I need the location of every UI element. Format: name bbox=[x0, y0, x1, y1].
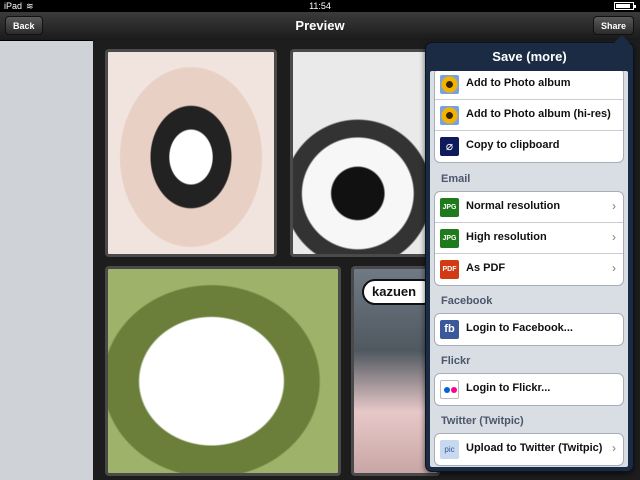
pdf-icon: PDF bbox=[440, 260, 459, 279]
facebook-group: fb Login to Facebook... bbox=[434, 313, 624, 346]
popover-title: Save (more) bbox=[492, 49, 567, 64]
row-label: Add to Photo album (hi-res) bbox=[466, 108, 611, 120]
twitter-group: pic Upload to Twitter (Twitpic) › bbox=[434, 433, 624, 466]
flower-icon bbox=[440, 106, 459, 125]
row-label: Normal resolution bbox=[466, 200, 561, 212]
chevron-right-icon: › bbox=[612, 230, 616, 244]
jpg-icon: JPG bbox=[440, 229, 459, 248]
section-header-email: Email bbox=[441, 173, 471, 185]
photo-puppy-closeup[interactable] bbox=[290, 49, 440, 257]
share-button[interactable]: Share bbox=[592, 16, 634, 35]
save-popover: Save (more) Add to Photo album Add to Ph… bbox=[425, 35, 634, 472]
email-normal-resolution-row[interactable]: JPG Normal resolution › bbox=[435, 192, 623, 223]
row-label: Add to Photo album bbox=[466, 77, 571, 89]
photo-puppy-hood[interactable] bbox=[105, 49, 277, 257]
copy-clipboard-row[interactable]: ⌀ Copy to clipboard bbox=[435, 131, 623, 162]
battery-icon bbox=[614, 2, 636, 10]
chevron-right-icon: › bbox=[612, 261, 616, 275]
facebook-icon: fb bbox=[440, 320, 459, 339]
status-time: 11:54 bbox=[309, 1, 331, 11]
popover-arrow bbox=[614, 35, 630, 43]
row-label: Login to Facebook... bbox=[466, 322, 573, 334]
add-photo-album-row[interactable]: Add to Photo album bbox=[435, 71, 623, 100]
battery-fill bbox=[616, 4, 631, 8]
section-header-twitter: Twitter (Twitpic) bbox=[441, 415, 524, 427]
add-photo-album-hires-row[interactable]: Add to Photo album (hi-res) bbox=[435, 100, 623, 131]
facebook-login-row[interactable]: fb Login to Facebook... bbox=[435, 314, 623, 345]
row-label: As PDF bbox=[466, 262, 506, 274]
navigation-bar: Back Preview Share bbox=[0, 12, 640, 41]
flickr-login-row[interactable]: Login to Flickr... bbox=[435, 374, 623, 405]
twitter-upload-row[interactable]: pic Upload to Twitter (Twitpic) › bbox=[435, 434, 623, 465]
flickr-icon bbox=[440, 380, 459, 399]
flickr-group: Login to Flickr... bbox=[434, 373, 624, 406]
status-bar: iPad ≋ 11:54 bbox=[0, 0, 640, 12]
email-high-resolution-row[interactable]: JPG High resolution › bbox=[435, 223, 623, 254]
chevron-right-icon: › bbox=[612, 199, 616, 213]
chevron-right-icon: › bbox=[612, 441, 616, 455]
photo-dog-grass[interactable] bbox=[105, 266, 341, 476]
twitpic-icon: pic bbox=[440, 440, 459, 459]
popover-body: Add to Photo album Add to Photo album (h… bbox=[430, 71, 628, 467]
row-label: Login to Flickr... bbox=[466, 382, 551, 394]
paperclip-icon: ⌀ bbox=[440, 137, 459, 156]
email-group: JPG Normal resolution › JPG High resolut… bbox=[434, 191, 624, 286]
jpg-icon: JPG bbox=[440, 198, 459, 217]
section-header-flickr: Flickr bbox=[441, 355, 471, 367]
row-label: Upload to Twitter (Twitpic) bbox=[466, 442, 603, 454]
row-label: Copy to clipboard bbox=[466, 139, 560, 151]
flower-icon bbox=[440, 75, 459, 94]
page-title: Preview bbox=[295, 18, 345, 33]
email-pdf-row[interactable]: PDF As PDF › bbox=[435, 254, 623, 285]
section-header-facebook: Facebook bbox=[441, 295, 493, 307]
photo-group: Add to Photo album Add to Photo album (h… bbox=[434, 71, 624, 163]
row-label: High resolution bbox=[466, 231, 547, 243]
